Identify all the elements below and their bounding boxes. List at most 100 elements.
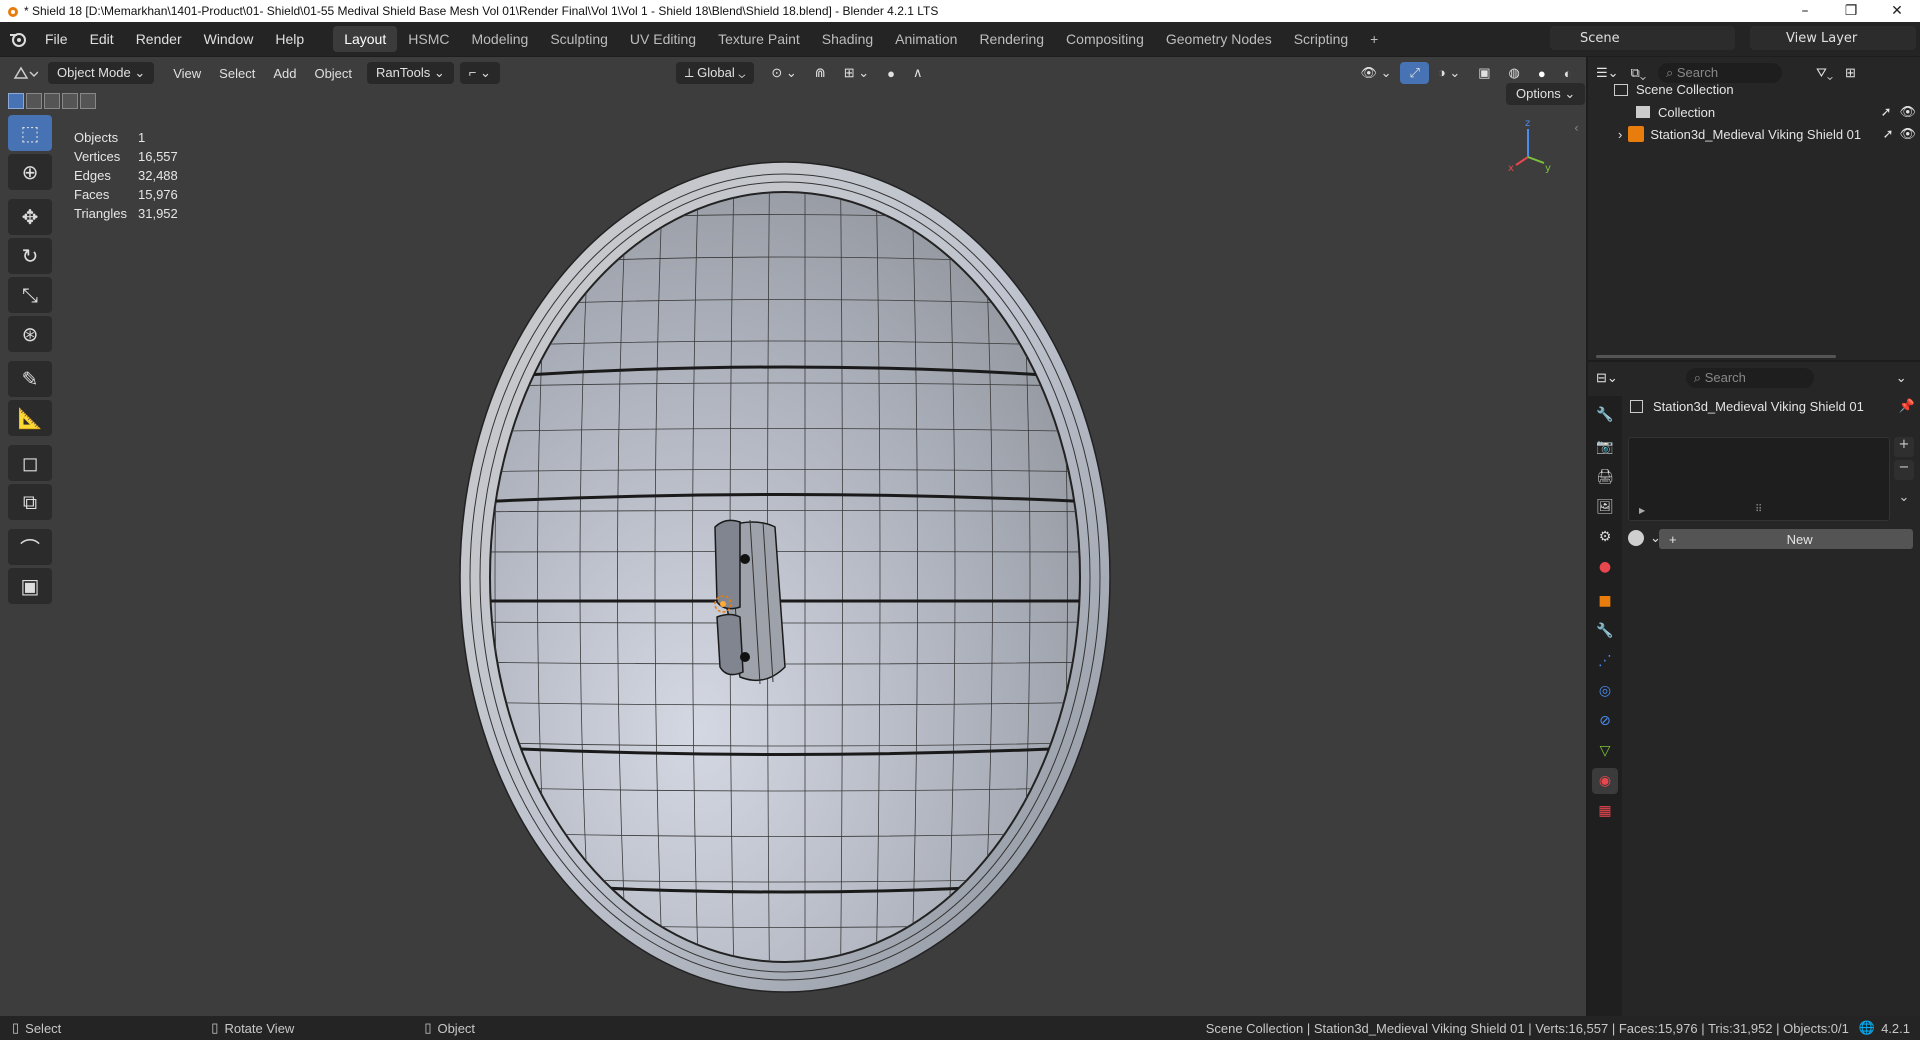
material-slot-list[interactable]: ▶ ⠿ [1628,437,1890,521]
curve-draw-tool[interactable]: ⌒ [8,529,52,565]
minimize-button[interactable]: – [1782,0,1828,22]
navigation-gizmo[interactable]: z x y [1500,115,1560,175]
select-extend-button[interactable] [26,93,42,109]
visibility-eye-icon[interactable]: 👁 [1899,104,1916,120]
proportional-edit-toggle[interactable]: ● [878,63,904,84]
view-layer-tab-icon[interactable]: 🖼 [1592,494,1618,520]
pin-icon[interactable]: 📌 [1899,398,1915,414]
measure-tool[interactable]: 📐 [8,400,52,436]
material-specials-icon[interactable]: ⌄ [1894,490,1914,510]
pivot-point-dropdown[interactable]: ⊙ ⌄ [762,62,805,84]
physics-tab-icon[interactable]: ◎ [1592,678,1618,704]
add-workspace-button[interactable]: + [1359,26,1389,52]
image-tool[interactable]: ▣ [8,568,52,604]
overlay-toggle[interactable]: ◑ ⌄ [1429,62,1469,84]
tab-sculpting[interactable]: Sculpting [539,26,619,52]
particles-tab-icon[interactable]: ⋰ [1592,648,1618,674]
cursor-tool[interactable]: ⊕ [8,154,52,190]
shading-material-button[interactable]: ◐ [1555,63,1581,84]
outliner-scrollbar[interactable] [1596,355,1836,358]
menu-edit[interactable]: Edit [79,31,125,47]
rantools-dropdown[interactable]: RanTools ⌄ [367,62,454,84]
menu-help[interactable]: Help [264,31,315,47]
3d-viewport[interactable]: Object Mode ⌄ View Select Add Object Ran… [0,57,1586,1016]
select-invert-button[interactable] [62,93,78,109]
outliner-row-collection[interactable]: Collection ➚ 👁 [1636,104,1916,120]
gizmo-toggle[interactable]: ⤢ [1400,62,1429,84]
tab-geometry-nodes[interactable]: Geometry Nodes [1155,26,1283,52]
data-tab-icon[interactable]: ▽ [1592,738,1618,764]
constraints-tab-icon[interactable]: ⊘ [1592,708,1618,734]
list-expand-icon[interactable]: ▶ [1639,506,1645,515]
curve-tool-dropdown[interactable]: ⌐ ⌄ [459,62,500,84]
world-tab-icon[interactable]: ● [1592,554,1618,580]
tab-modeling[interactable]: Modeling [460,26,539,52]
object-visibility-eye-icon[interactable]: 👁 [1899,126,1916,142]
scene-tab-icon[interactable]: ⚙ [1592,524,1618,550]
properties-options-icon[interactable]: ⌄ [1896,370,1907,386]
rotate-tool[interactable]: ↻ [8,238,52,274]
add-material-slot-button[interactable]: + [1894,437,1914,457]
properties-search-input[interactable]: ⌕ Search [1685,368,1814,388]
mode-dropdown[interactable]: Object Mode ⌄ [48,62,155,84]
snap-target-dropdown[interactable]: ⊞ ⌄ [835,62,878,84]
render-tab-icon[interactable]: 📷 [1592,434,1618,460]
visibility-dropdown[interactable]: 👁 ⌄ [1351,62,1400,84]
tab-hsmc[interactable]: HSMC [397,26,460,52]
blender-menu-icon[interactable] [8,30,28,48]
viewport-menu-view[interactable]: View [164,63,210,84]
expand-chevron-icon[interactable]: › [1618,127,1622,142]
menu-file[interactable]: File [34,31,79,47]
add-object-tool[interactable]: ⧉ [8,484,52,520]
transform-tool[interactable]: ⊛ [8,316,52,352]
modifiers-tab-icon[interactable]: 🔧 [1592,618,1618,644]
menu-render[interactable]: Render [125,31,193,47]
filter-icon[interactable]: ⛛⌄ [1816,65,1833,81]
outliner-editor-type-icon[interactable]: ☰⌄ [1596,65,1619,81]
xray-toggle[interactable]: ▣ [1469,62,1499,84]
select-subtract-button[interactable] [44,93,60,109]
selectable-toggle-icon[interactable]: ➚ [1881,104,1892,120]
tab-uv-editing[interactable]: UV Editing [619,26,707,52]
maximize-button[interactable]: ❐ [1828,0,1874,22]
texture-tab-icon[interactable]: ▦ [1592,798,1618,824]
object-tab-icon[interactable]: ■ [1592,588,1618,614]
select-intersect-button[interactable] [80,93,96,109]
select-box-tool[interactable]: ⬚ [8,115,52,151]
tab-scripting[interactable]: Scripting [1283,26,1359,52]
proportional-falloff-dropdown[interactable]: ∧ [904,62,932,84]
select-new-button[interactable] [8,93,24,109]
scale-tool[interactable]: ⤡ [8,277,52,313]
material-tab-icon[interactable]: ◉ [1592,768,1618,794]
snap-toggle[interactable]: ⋒ [806,62,835,84]
sidebar-toggle-icon[interactable]: ‹ [1574,121,1579,135]
tab-animation[interactable]: Animation [884,26,968,52]
options-dropdown[interactable]: Options ⌄ [1506,83,1586,105]
remove-material-slot-button[interactable]: − [1894,460,1914,480]
shading-wireframe-button[interactable]: ◍ [1500,62,1529,84]
viewport-menu-add[interactable]: Add [264,63,305,84]
close-window-button[interactable]: ✕ [1874,0,1920,22]
scene-selector[interactable]: Scene [1550,26,1735,50]
tab-compositing[interactable]: Compositing [1055,26,1155,52]
viewport-menu-object[interactable]: Object [305,63,361,84]
tool-tab-icon[interactable]: 🔧 [1592,402,1618,428]
tab-texture-paint[interactable]: Texture Paint [707,26,811,52]
list-resize-handle-icon[interactable]: ⠿ [1755,504,1762,515]
editor-type-icon[interactable] [12,64,38,82]
tab-shading[interactable]: Shading [811,26,884,52]
add-cube-tool[interactable]: ◻ [8,445,52,481]
outliner-search-input[interactable]: ⌕ Search [1657,63,1782,83]
shading-solid-button[interactable]: ● [1529,63,1555,84]
annotate-tool[interactable]: ✎ [8,361,52,397]
output-tab-icon[interactable]: 🖨 [1592,464,1618,490]
shield-mesh[interactable] [455,147,1115,1007]
view-layer-selector[interactable]: View Layer [1750,26,1916,50]
menu-window[interactable]: Window [193,31,265,47]
material-browse-dropdown[interactable]: ⌄ [1628,530,1661,546]
transform-orientation-dropdown[interactable]: ⟂ Global ⌄ [675,62,755,84]
new-material-button[interactable]: + New [1659,529,1913,549]
viewport-menu-select[interactable]: Select [210,63,264,84]
properties-editor-type-icon[interactable]: ⊟⌄ [1596,370,1618,386]
move-tool[interactable]: ✥ [8,199,52,235]
